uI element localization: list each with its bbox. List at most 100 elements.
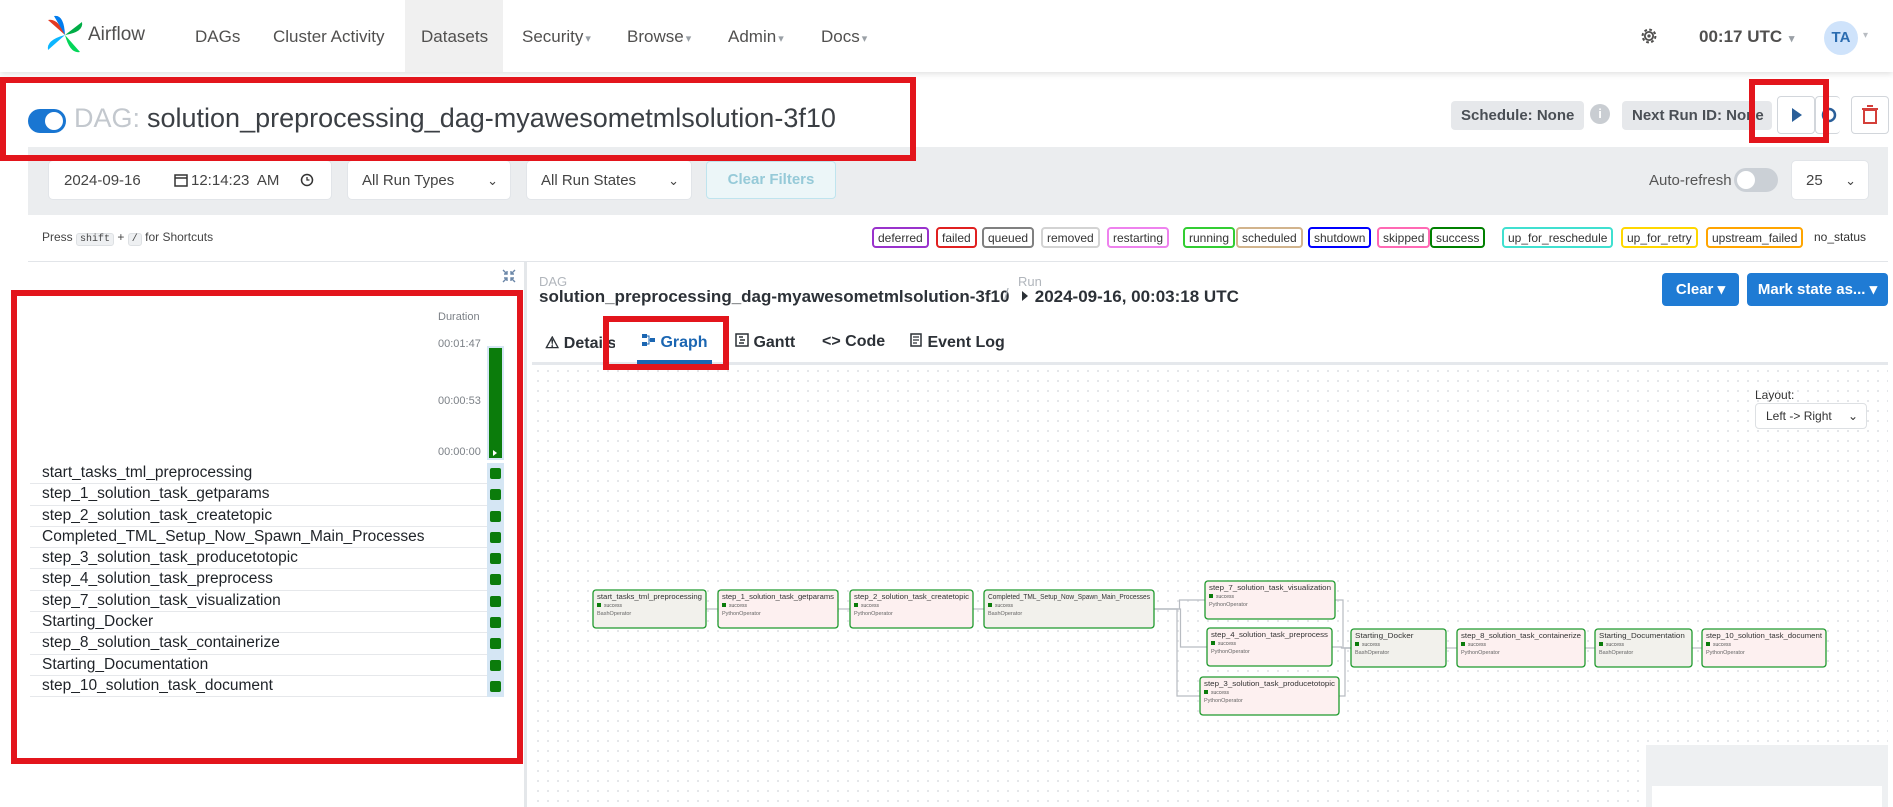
graph-node[interactable]: Starting_Documentationsuccess BashOperato… (1594, 628, 1693, 668)
tab-code[interactable]: <> Code (822, 333, 885, 351)
state-badge-queued[interactable]: queued (982, 227, 1035, 248)
graph-node-operator: BashOperator (988, 611, 1022, 617)
graph-node-label: step_4_solution_task_preprocess (1211, 630, 1328, 639)
clock-icon[interactable] (300, 173, 314, 187)
log-icon (910, 333, 922, 347)
breadcrumb-dag[interactable]: solution_preprocessing_dag-myawesometmls… (539, 287, 1009, 307)
graph-node-operator: PythonOperator (1461, 650, 1500, 656)
run-types-value: All Run Types (362, 172, 455, 189)
graph-node-state: success (1218, 641, 1237, 647)
gear-icon[interactable] (1638, 25, 1660, 47)
state-badge-no-status[interactable]: no_status (1814, 230, 1866, 244)
state-badge-skipped[interactable]: skipped (1377, 227, 1431, 248)
graph-node[interactable]: step_8_solution_task_containerizesuccess… (1456, 628, 1586, 668)
graph-node[interactable]: step_7_solution_task_visualizationsucces… (1204, 580, 1336, 620)
clock-display[interactable]: 00:17 UTC ▾ (1699, 27, 1794, 47)
run-states-select[interactable]: All Run States ⌄ (526, 160, 692, 200)
graph-node-operator: PythonOperator (1706, 650, 1745, 656)
nav-docs-label: Docs (821, 27, 860, 46)
play-icon (1022, 291, 1028, 301)
nav-cluster-activity-label: Cluster Activity (273, 27, 385, 46)
nav-browse[interactable]: Browse ▾ (611, 0, 707, 72)
graph-edge (1154, 608, 1200, 697)
graph-edge (1154, 599, 1205, 610)
top-navbar: Airflow DAGs Cluster Activity Datasets S… (0, 0, 1893, 72)
nav-dags[interactable]: DAGs (179, 0, 256, 72)
state-badge-up-for-retry[interactable]: up_for_retry (1621, 227, 1698, 248)
annotation-highlight (1749, 79, 1829, 143)
autorefresh-toggle[interactable] (1734, 168, 1778, 192)
tab-gantt-label: Gantt (753, 334, 796, 351)
graph-node[interactable]: step_2_solution_task_createtopicsuccess P… (849, 589, 974, 629)
user-avatar[interactable]: TA (1824, 21, 1858, 55)
nav-admin[interactable]: Admin ▾ (712, 0, 800, 72)
graph-node[interactable]: Completed_TML_Setup_Now_Spawn_Main_Proce… (983, 589, 1155, 629)
nav-cluster-activity[interactable]: Cluster Activity (257, 0, 400, 72)
num-runs-select[interactable]: 25 ⌄ (1791, 160, 1869, 200)
breadcrumb-run[interactable]: 2024-09-16, 00:03:18 UTC (1020, 287, 1239, 307)
chevron-down-icon: ▾ (685, 33, 692, 45)
tab-event-log[interactable]: Event Log (909, 333, 1005, 352)
state-badge-shutdown[interactable]: shutdown (1308, 227, 1372, 248)
nav-datasets-label: Datasets (421, 27, 489, 46)
graph-node-state: success (1606, 642, 1625, 648)
shortcut-plus: + (117, 230, 125, 244)
mark-state-button[interactable]: Mark state as... ▾ (1747, 273, 1888, 306)
graph-node-state: success (861, 603, 880, 609)
base-date-input[interactable]: 2024-09-16 12:14:23 AM (48, 160, 332, 200)
chevron-down-icon: ▾ (585, 33, 591, 45)
graph-node-state-square (1209, 594, 1213, 598)
graph-node-label: step_8_solution_task_containerize (1461, 631, 1581, 640)
graph-node[interactable]: Starting_Dockersuccess BashOperator (1350, 628, 1447, 668)
graph-node-operator: BashOperator (1355, 650, 1389, 656)
graph-node[interactable]: step_3_solution_task_producetotopicsucce… (1199, 676, 1340, 716)
run-types-select[interactable]: All Run Types ⌄ (347, 160, 511, 200)
autorefresh-label: Auto-refresh (1649, 172, 1732, 189)
panel-resizer[interactable] (524, 262, 527, 807)
nav-security[interactable]: Security ▾ (506, 0, 607, 72)
delete-dag-button[interactable] (1851, 96, 1889, 134)
graph-node-state-square (1599, 642, 1603, 646)
state-badge-scheduled[interactable]: scheduled (1236, 227, 1303, 248)
graph-node-label: Starting_Documentation (1599, 631, 1685, 640)
chevron-down-icon[interactable]: ▾ (1863, 30, 1868, 41)
clear-button[interactable]: Clear ▾ (1662, 273, 1739, 306)
nav-docs[interactable]: Docs ▾ (805, 0, 883, 72)
chevron-down-icon: ▾ (1717, 281, 1726, 298)
graph-node[interactable]: step_1_solution_task_getparamssuccess Pyt… (717, 589, 839, 629)
graph-node-operator: BashOperator (597, 611, 631, 617)
time-text: 00:17 UTC (1699, 27, 1783, 46)
airflow-brand[interactable]: Airflow (88, 24, 145, 46)
collapse-icon[interactable] (501, 268, 517, 284)
state-badge-success[interactable]: success (1430, 227, 1486, 248)
state-badge-failed[interactable]: failed (936, 227, 977, 248)
nav-datasets[interactable]: Datasets (405, 0, 503, 72)
minimap-viewport (1652, 786, 1882, 807)
chevron-down-icon: ▾ (1869, 281, 1878, 298)
graph-node[interactable]: step_4_solution_task_preprocesssuccess Py… (1206, 627, 1333, 667)
graph-node-state: success (1362, 642, 1381, 648)
graph-node-state-square (1204, 690, 1208, 694)
graph-edge (1339, 647, 1351, 697)
chevron-down-icon: ⌄ (668, 173, 679, 188)
clear-filters-button[interactable]: Clear Filters (706, 161, 836, 199)
airflow-logo-icon[interactable] (44, 14, 86, 56)
state-badge-deferred[interactable]: deferred (872, 227, 929, 248)
graph-node[interactable]: step_10_solution_task_documentsuccess Pyt… (1701, 628, 1827, 668)
info-icon[interactable]: i (1590, 104, 1610, 124)
graph-node-label: step_3_solution_task_producetotopic (1204, 679, 1335, 688)
state-badge-up-for-reschedule[interactable]: up_for_reschedule (1502, 227, 1614, 248)
state-badge-running[interactable]: running (1183, 227, 1236, 248)
graph-node[interactable]: start_tasks_tml_preprocessingsuccess Bash… (592, 589, 707, 629)
shortcuts-press: Press (42, 230, 73, 244)
state-badge-restarting[interactable]: restarting (1107, 227, 1170, 248)
trash-icon (1862, 105, 1878, 124)
chevron-down-icon: ▾ (778, 33, 784, 45)
graph-edge (1335, 599, 1351, 649)
graph-node-label: Starting_Docker (1355, 631, 1414, 640)
state-badge-removed[interactable]: removed (1041, 227, 1100, 248)
state-badge-upstream-failed[interactable]: upstream_failed (1706, 227, 1804, 248)
code-icon: <> (822, 333, 841, 350)
calendar-icon[interactable] (174, 173, 188, 187)
tab-gantt[interactable]: Gantt (735, 333, 795, 352)
